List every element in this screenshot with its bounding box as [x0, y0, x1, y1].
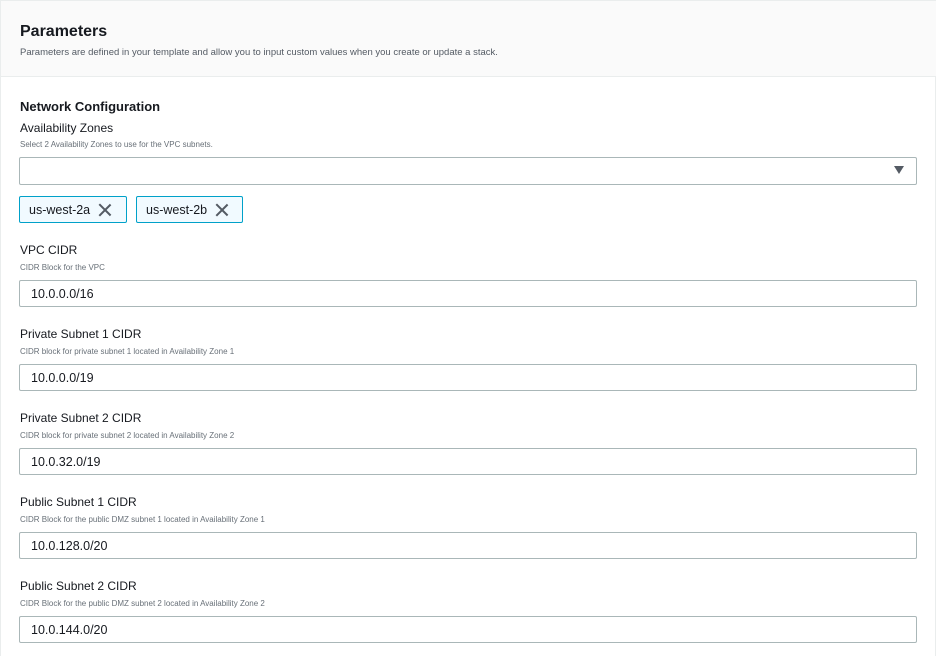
token-label: us-west-2a	[29, 202, 91, 217]
token-us-west-2b: us-west-2b	[136, 196, 243, 223]
vpc-cidr-description: CIDR Block for the VPC	[20, 263, 105, 272]
availability-zones-label: Availability Zones	[20, 121, 114, 135]
vpc-cidr-label: VPC CIDR	[20, 243, 78, 257]
public-subnet-2-cidr-label: Public Subnet 2 CIDR	[20, 579, 137, 593]
private-subnet-2-cidr-label: Private Subnet 2 CIDR	[20, 411, 142, 425]
public-subnet-1-cidr-description: CIDR Block for the public DMZ subnet 1 l…	[20, 515, 265, 524]
close-icon[interactable]	[215, 203, 229, 217]
caret-down-icon[interactable]	[894, 166, 904, 174]
public-subnet-2-cidr-input[interactable]	[19, 616, 917, 643]
availability-zones-description: Select 2 Availability Zones to use for t…	[20, 140, 213, 149]
vpc-cidr-input[interactable]	[19, 280, 917, 307]
private-subnet-1-cidr-label: Private Subnet 1 CIDR	[20, 327, 142, 341]
public-subnet-1-cidr-label: Public Subnet 1 CIDR	[20, 495, 137, 509]
public-subnet-1-cidr-input[interactable]	[19, 532, 917, 559]
panel-description: Parameters are defined in your template …	[20, 47, 498, 58]
panel-title: Parameters	[20, 23, 108, 40]
token-label: us-west-2b	[146, 202, 208, 217]
parameters-panel: Parameters Parameters are defined in you…	[0, 0, 936, 656]
public-subnet-2-cidr-description: CIDR Block for the public DMZ subnet 2 l…	[20, 599, 265, 608]
private-subnet-2-cidr-description: CIDR block for private subnet 2 located …	[20, 431, 235, 440]
close-icon[interactable]	[98, 203, 112, 217]
section-title: Network Configuration	[20, 99, 161, 114]
availability-zones-select[interactable]	[19, 157, 917, 185]
private-subnet-1-cidr-description: CIDR block for private subnet 1 located …	[20, 347, 235, 356]
token-us-west-2a: us-west-2a	[19, 196, 127, 223]
private-subnet-2-cidr-input[interactable]	[19, 448, 917, 475]
panel-header: Parameters Parameters are defined in you…	[1, 1, 936, 77]
private-subnet-1-cidr-input[interactable]	[19, 364, 917, 391]
